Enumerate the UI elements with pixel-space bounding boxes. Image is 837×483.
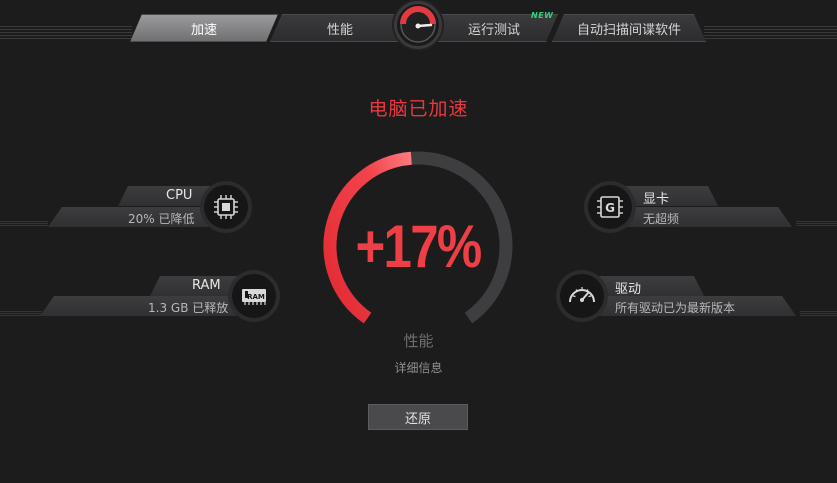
tab-accelerate[interactable]: 加速 bbox=[130, 14, 278, 42]
tab-auto-scan-spyware[interactable]: 自动扫描间谍软件 bbox=[552, 14, 706, 42]
driver-detail: 所有驱动已为最新版本 bbox=[615, 301, 736, 315]
cpu-icon bbox=[204, 185, 248, 229]
app-window: 加速 性能 运行测试 自动扫描间谍软件 NEW 电脑已加速 +17% 性能 详细… bbox=[0, 0, 837, 483]
gauge-label: 性能 bbox=[403, 332, 434, 350]
ram-title: RAM bbox=[192, 278, 221, 293]
restore-button[interactable]: 还原 bbox=[368, 404, 468, 430]
speedometer-logo-icon bbox=[397, 4, 439, 46]
gauge-value: +17% bbox=[355, 213, 482, 280]
ram-icon-label: RAM bbox=[247, 293, 265, 301]
tab-run-test-label: 运行测试 bbox=[467, 22, 520, 38]
cpu-detail: 20% 已降低 bbox=[128, 212, 195, 226]
nav-decoration-right bbox=[704, 26, 837, 40]
gpu-icon-label: G bbox=[605, 201, 615, 215]
new-badge: NEW bbox=[531, 11, 554, 20]
speedometer-icon bbox=[560, 274, 604, 318]
gpu-icon: G bbox=[588, 185, 632, 229]
driver-title: 驱动 bbox=[615, 282, 642, 297]
tab-performance[interactable]: 性能 bbox=[270, 14, 410, 42]
tab-auto-scan-spyware-label: 自动扫描间谍软件 bbox=[576, 22, 681, 38]
cpu-title: CPU bbox=[166, 188, 193, 203]
driver-stripe bbox=[800, 311, 837, 316]
cpu-stripe bbox=[0, 221, 48, 226]
details-link-row: 详细信息 bbox=[0, 359, 837, 376]
details-link[interactable]: 详细信息 bbox=[394, 361, 442, 375]
ram-icon: RAM bbox=[232, 274, 276, 318]
nav-decoration-left bbox=[0, 26, 132, 40]
gpu-stripe bbox=[796, 221, 837, 226]
tab-performance-label: 性能 bbox=[326, 22, 353, 38]
driver-title-plate bbox=[594, 276, 704, 296]
gpu-title: 显卡 bbox=[643, 192, 670, 207]
ram-detail: 1.3 GB 已释放 bbox=[148, 301, 229, 315]
status-title: 电脑已加速 bbox=[368, 98, 469, 120]
gpu-detail: 无超频 bbox=[643, 212, 680, 226]
gpu-title-plate bbox=[622, 186, 718, 206]
ram-stripe bbox=[0, 311, 42, 316]
tab-accelerate-label: 加速 bbox=[190, 22, 217, 38]
